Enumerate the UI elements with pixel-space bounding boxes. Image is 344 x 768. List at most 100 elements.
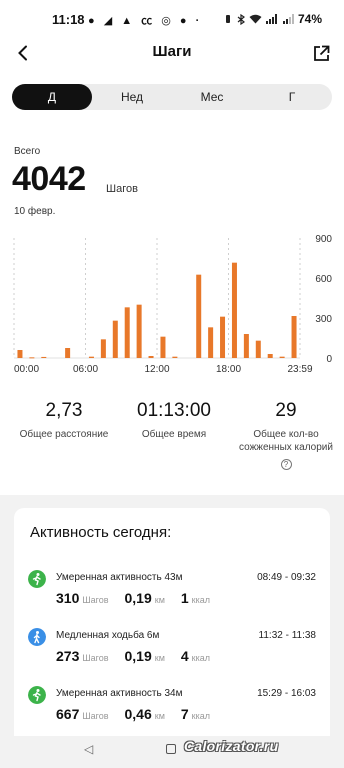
info-icon[interactable]: ? xyxy=(280,459,292,470)
time-value: 01:13:00 xyxy=(137,400,211,421)
tab-year[interactable]: Г xyxy=(252,84,332,110)
chart-bar[interactable] xyxy=(41,356,47,358)
tab-day[interactable]: Д xyxy=(12,84,92,110)
activity-time: 08:49 - 09:32 xyxy=(257,572,316,583)
x-tick-label: 06:00 xyxy=(73,364,98,375)
time-label: Общее время xyxy=(141,429,207,440)
chart-bar[interactable] xyxy=(291,316,297,358)
chart-bar[interactable] xyxy=(172,356,178,358)
y-tick-label: 0 xyxy=(326,354,332,365)
activity-item[interactable]: Умеренная активность 43м 08:49 - 09:32 3… xyxy=(14,564,330,620)
activity-metrics: 310 Шагов 0,19 км 1 ккал xyxy=(56,590,226,606)
chart-bar[interactable] xyxy=(112,320,118,358)
calories-value: 4 xyxy=(180,648,189,664)
status-time: 11:18 xyxy=(52,12,85,27)
activity-item[interactable]: Умеренная активность 34м 15:29 - 16:03 6… xyxy=(14,680,330,736)
distance-unit: км xyxy=(154,653,165,663)
x-tick-label: 12:00 xyxy=(144,364,169,375)
steps-bar-chart[interactable]: 00:00 06:00 12:00 18:00 23:59 900 600 300 0 xyxy=(0,228,344,378)
stat-calories: 29 Общее кол-во сожженных калорий ? xyxy=(236,400,336,472)
bluetooth-icon xyxy=(237,13,245,25)
calories-value: 7 xyxy=(180,706,189,722)
calories-value: 29 xyxy=(275,400,297,421)
notification-icons: ● ◢ ▲ ㏄ ◎ ● · xyxy=(88,15,203,27)
tab-week[interactable]: Нед xyxy=(92,84,172,110)
chart-bar[interactable] xyxy=(17,350,23,358)
chart-bar[interactable] xyxy=(220,316,226,358)
chart-bar[interactable] xyxy=(243,334,249,358)
activity-name: Медленная ходьба 6м xyxy=(56,630,160,641)
chart-bar[interactable] xyxy=(231,262,237,358)
system-nav-bar: ◁ xyxy=(0,736,344,768)
activity-time: 15:29 - 16:03 xyxy=(257,688,316,699)
y-tick-label: 900 xyxy=(315,234,332,245)
distance-value: 0,46 xyxy=(124,706,152,722)
calories-label: Общее кол-во сожженных калорий xyxy=(239,429,333,453)
chart-bar[interactable] xyxy=(160,336,166,358)
share-button[interactable] xyxy=(308,40,334,66)
chart-bar[interactable] xyxy=(29,357,35,359)
chart-bar[interactable] xyxy=(124,307,130,358)
status-right: 74% xyxy=(223,12,322,26)
calories-unit: ккал xyxy=(191,595,211,605)
distance-label: Общее расстояние xyxy=(19,429,109,440)
activity-item[interactable]: Медленная ходьба 6м 11:32 - 11:38 273 Шаг… xyxy=(14,622,330,678)
battery-level: 74% xyxy=(297,12,322,26)
calories-unit: ккал xyxy=(191,653,211,663)
stat-time: 01:13:00 Общее время xyxy=(118,400,230,441)
signal-icon xyxy=(265,14,277,24)
x-tick-label: 18:00 xyxy=(216,364,241,375)
activity-metrics: 667 Шагов 0,46 км 7 ккал xyxy=(56,706,226,722)
walk-icon xyxy=(28,628,46,646)
activity-title: Активность сегодня: xyxy=(30,524,172,541)
date-label: 10 февр. xyxy=(14,206,56,217)
stats-row: 2,73 Общее расстояние 01:13:00 Общее вре… xyxy=(0,400,344,480)
app-header: Шаги xyxy=(0,38,344,68)
wifi-icon xyxy=(249,14,262,24)
chart-bar[interactable] xyxy=(208,327,214,358)
watermark-logo: Calorizator.ru xyxy=(184,738,279,754)
total-steps-value: 4042 xyxy=(12,160,86,198)
activity-time: 11:32 - 11:38 xyxy=(258,630,316,641)
steps-value: 667 xyxy=(56,706,80,722)
nav-home-icon[interactable] xyxy=(166,744,176,754)
signal-icon-2 xyxy=(282,14,294,24)
x-tick-label: 00:00 xyxy=(14,364,39,375)
stat-distance: 2,73 Общее расстояние xyxy=(8,400,120,441)
chart-bar[interactable] xyxy=(279,356,285,358)
steps-value: 273 xyxy=(56,648,80,664)
chart-bar[interactable] xyxy=(148,356,154,358)
chart-bar[interactable] xyxy=(65,348,71,358)
chart-bar[interactable] xyxy=(255,340,261,358)
distance-unit: км xyxy=(154,595,165,605)
steps-value: 310 xyxy=(56,590,80,606)
status-bar: 11:18 ● ◢ ▲ ㏄ ◎ ● · 74% xyxy=(0,0,344,38)
calories-value: 1 xyxy=(180,590,189,606)
page-title: Шаги xyxy=(152,43,192,60)
vibrate-icon xyxy=(225,15,230,23)
chart-bar[interactable] xyxy=(136,304,142,358)
chart-bar[interactable] xyxy=(88,356,94,358)
activity-metrics: 273 Шагов 0,19 км 4 ккал xyxy=(56,648,226,664)
activity-name: Умеренная активность 34м xyxy=(56,688,183,699)
distance-value: 0,19 xyxy=(124,590,152,606)
activity-name: Умеренная активность 43м xyxy=(56,572,183,583)
run-icon xyxy=(28,570,46,588)
y-tick-label: 300 xyxy=(315,314,332,325)
chart-bar[interactable] xyxy=(100,339,106,358)
total-label: Всего xyxy=(14,146,41,157)
distance-value: 0,19 xyxy=(124,648,152,664)
tab-month[interactable]: Мес xyxy=(172,84,252,110)
steps-unit: Шагов xyxy=(82,711,109,721)
steps-unit: Шагов xyxy=(82,653,109,663)
distance-value: 2,73 xyxy=(45,400,83,421)
activity-card: Активность сегодня: Умеренная активность… xyxy=(14,508,330,748)
external-link-icon xyxy=(313,45,329,61)
nav-back-icon[interactable]: ◁ xyxy=(84,742,93,756)
chart-bar[interactable] xyxy=(267,354,273,358)
chart-bar[interactable] xyxy=(196,274,202,358)
calories-unit: ккал xyxy=(191,711,211,721)
period-tabs: Д Нед Мес Г xyxy=(12,84,332,110)
total-steps-unit: Шагов xyxy=(106,183,138,195)
steps-unit: Шагов xyxy=(82,595,109,605)
